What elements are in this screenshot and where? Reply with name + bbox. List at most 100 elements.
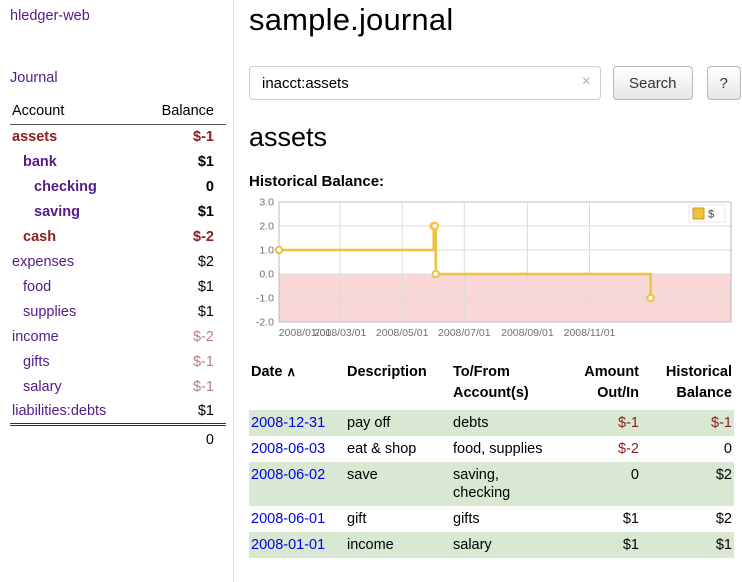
account-name-cell: saving <box>10 200 138 225</box>
clear-search-icon[interactable]: × <box>582 73 591 91</box>
account-name-cell: liabilities:debts <box>10 400 138 425</box>
accounts-total-value: 0 <box>138 425 226 450</box>
account-balance: 0 <box>206 179 214 195</box>
account-row: liabilities:debts $1 <box>10 400 226 425</box>
account-balance: $1 <box>198 304 214 320</box>
account-balance: $1 <box>198 154 214 170</box>
app-title-link[interactable]: hledger-web <box>10 8 233 24</box>
col-header-amount: Amount Out/In <box>563 360 641 410</box>
accounts-total-spacer <box>10 425 138 450</box>
account-balance-cell: $-2 <box>138 225 226 250</box>
register-balance-cell: $2 <box>641 462 734 506</box>
account-link[interactable]: food <box>23 279 51 295</box>
hledger-web-app: hledger-web Journal Account Balance asse… <box>0 0 742 582</box>
register-amount-cell: $1 <box>563 506 641 532</box>
search-input[interactable] <box>249 66 601 100</box>
journal-link[interactable]: Journal <box>10 70 233 86</box>
account-row: food$1 <box>10 275 226 300</box>
account-link[interactable]: checking <box>34 179 97 195</box>
register-description-cell: income <box>345 532 451 558</box>
account-link[interactable]: salary <box>23 379 62 395</box>
accounts-header-balance: Balance <box>138 100 226 125</box>
register-date-cell: 2008-06-01 <box>249 506 345 532</box>
register-table: Date ∧ Description To/From Account(s) Am… <box>249 360 734 558</box>
transaction-date-link[interactable]: 2008-01-01 <box>251 537 325 553</box>
register-accounts-cell: saving, checking <box>451 462 563 506</box>
register-amount-cell: $-1 <box>563 410 641 436</box>
search-button[interactable]: Search <box>613 66 693 100</box>
account-name-cell: supplies <box>10 300 138 325</box>
chart-title: Historical Balance: <box>249 173 741 190</box>
transaction-date-link[interactable]: 2008-06-01 <box>251 511 325 527</box>
account-heading: assets <box>249 122 741 153</box>
account-balance: $-1 <box>193 129 214 145</box>
help-button[interactable]: ? <box>707 66 741 100</box>
register-date-cell: 2008-06-02 <box>249 462 345 506</box>
register-row: 2008-06-01 giftgifts$1$2 <box>249 506 734 532</box>
account-link[interactable]: assets <box>12 129 57 145</box>
register-description-cell: gift <box>345 506 451 532</box>
accounts-total-row: 0 <box>10 425 226 450</box>
account-balance: $-1 <box>193 354 214 370</box>
transaction-date-link[interactable]: 2008-06-02 <box>251 467 325 483</box>
account-link[interactable]: bank <box>23 154 57 170</box>
transaction-date-link[interactable]: 2008-06-03 <box>251 441 325 457</box>
account-link[interactable]: expenses <box>12 254 74 270</box>
account-name-cell: bank <box>10 150 138 175</box>
search-box: × <box>249 66 601 100</box>
account-row: gifts $-1 <box>10 350 226 375</box>
col-header-accounts: To/From Account(s) <box>451 360 563 410</box>
col-header-balance: Historical Balance <box>641 360 734 410</box>
account-row: income $-2 <box>10 325 226 350</box>
account-link[interactable]: liabilities:debts <box>12 403 106 419</box>
amount-header-line1: Amount <box>565 362 639 383</box>
account-balance-cell: $-1 <box>138 350 226 375</box>
account-balance-cell: $2 <box>138 250 226 275</box>
register-accounts-cell: gifts <box>451 506 563 532</box>
balance-header-line2: Balance <box>643 383 732 404</box>
account-link[interactable]: supplies <box>23 304 76 320</box>
accounts-header-line2: Account(s) <box>453 383 561 404</box>
account-link[interactable]: saving <box>34 204 80 220</box>
svg-text:0.0: 0.0 <box>259 269 274 281</box>
svg-text:2008/03/01: 2008/03/01 <box>314 327 367 339</box>
col-header-description: Description <box>345 360 451 410</box>
page-title: sample.journal <box>249 2 741 38</box>
account-balance-cell: 0 <box>138 175 226 200</box>
account-row: salary $-1 <box>10 375 226 400</box>
svg-text:2.0: 2.0 <box>259 221 274 233</box>
account-row: bank $1 <box>10 150 226 175</box>
account-link[interactable]: gifts <box>23 354 50 370</box>
account-name-cell: expenses <box>10 250 138 275</box>
date-header-label: Date <box>251 364 282 380</box>
accounts-header-account: Account <box>10 100 138 125</box>
register-accounts-cell: salary <box>451 532 563 558</box>
register-accounts-cell: food, supplies <box>451 436 563 462</box>
account-link[interactable]: cash <box>23 229 56 245</box>
register-row: 2008-01-01incomesalary$1$1 <box>249 532 734 558</box>
account-name-cell: cash <box>10 225 138 250</box>
account-row: supplies $1 <box>10 300 226 325</box>
register-balance-cell: 0 <box>641 436 734 462</box>
historical-balance-chart-svg: $3.02.01.00.0-1.0-2.02008/01/012008/03/0… <box>249 196 737 344</box>
register-description-cell: eat & shop <box>345 436 451 462</box>
account-balance-cell: $1 <box>138 300 226 325</box>
account-link[interactable]: income <box>12 329 59 345</box>
transaction-date-link[interactable]: 2008-12-31 <box>251 415 325 431</box>
svg-text:-2.0: -2.0 <box>256 317 274 329</box>
register-balance-cell: $2 <box>641 506 734 532</box>
register-description-cell: pay off <box>345 410 451 436</box>
main-content: sample.journal × Search ? assets Histori… <box>234 0 742 582</box>
account-balance: $-2 <box>193 229 214 245</box>
register-row: 2008-12-31pay offdebts$-1$-1 <box>249 410 734 436</box>
register-date-cell: 2008-06-03 <box>249 436 345 462</box>
svg-text:-1.0: -1.0 <box>256 293 274 305</box>
account-balance-cell: $1 <box>138 200 226 225</box>
col-header-date[interactable]: Date ∧ <box>249 360 345 410</box>
account-name-cell: gifts <box>10 350 138 375</box>
account-row: checking 0 <box>10 175 226 200</box>
account-balance-cell: $1 <box>138 400 226 425</box>
account-balance: $-2 <box>193 329 214 345</box>
register-balance-cell: $-1 <box>641 410 734 436</box>
account-balance: $-1 <box>193 379 214 395</box>
